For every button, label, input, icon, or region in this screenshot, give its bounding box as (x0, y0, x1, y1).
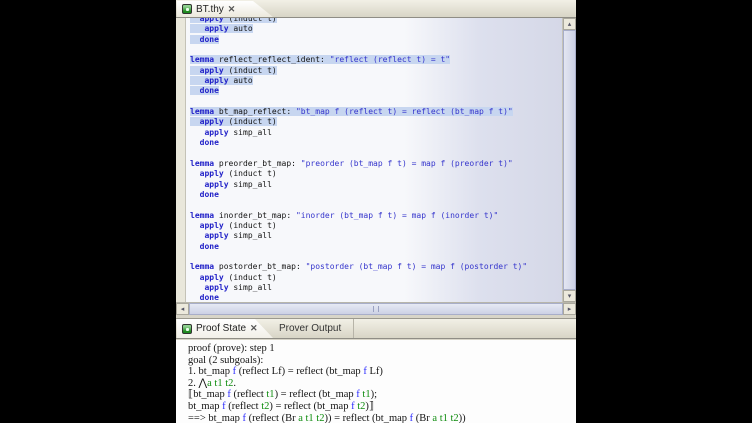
code-line[interactable]: done (190, 242, 562, 252)
code-line[interactable] (190, 97, 562, 107)
tab-proof-state[interactable]: Proof State ✕ (177, 319, 273, 338)
proof-state-icon (182, 324, 192, 334)
code-line[interactable]: apply (induct t) (190, 221, 562, 231)
code-line[interactable]: done (190, 86, 562, 96)
isabelle-theory-icon (182, 4, 192, 14)
code-line[interactable]: done (190, 190, 562, 200)
code-line[interactable]: apply (induct t) (190, 117, 562, 127)
code-line[interactable]: apply simp_all (190, 180, 562, 190)
screen: BT.thy ✕ apply (induct t) apply auto don… (0, 0, 752, 423)
prover-output-tab-label: Prover Output (279, 323, 341, 334)
code-line[interactable] (190, 252, 562, 262)
tab-prover-output[interactable]: Prover Output (273, 319, 354, 338)
theory-editor: apply (induct t) apply auto done lemma re… (176, 18, 576, 302)
editor-tab-title: BT.thy (196, 4, 224, 15)
vertical-scrollbar[interactable]: ▴ ▾ (562, 18, 576, 302)
scroll-down-icon[interactable]: ▾ (563, 290, 576, 302)
output-line: ⟦bt_map f (reflect t1) = reflect (bt_map… (188, 389, 576, 401)
code-line[interactable] (190, 200, 562, 210)
code-line[interactable]: done (190, 35, 562, 45)
output-line: 1. bt_map f (reflect Lf) = reflect (bt_m… (188, 366, 576, 378)
code-line[interactable] (190, 148, 562, 158)
output-line: ==> bt_map f (reflect (Br a t1 t2)) = re… (188, 413, 576, 423)
code-line[interactable]: apply simp_all (190, 283, 562, 293)
proof-state-panel[interactable]: proof (prove): step 1goal (2 subgoals):1… (176, 340, 576, 423)
output-line: goal (2 subgoals): (188, 355, 576, 367)
code-line[interactable]: done (190, 293, 562, 302)
code-line[interactable]: lemma bt_map_reflect: "bt_map f (reflect… (190, 107, 562, 117)
close-icon[interactable]: ✕ (250, 324, 258, 333)
code-line[interactable]: done (190, 138, 562, 148)
scroll-right-icon[interactable]: ▸ (563, 303, 576, 315)
code-line[interactable]: lemma postorder_bt_map: "postorder (bt_m… (190, 262, 562, 272)
output-line: 2. ⋀a t1 t2. (188, 378, 576, 390)
editor-tabstrip: BT.thy ✕ (176, 0, 576, 18)
code-area[interactable]: apply (induct t) apply auto done lemma re… (186, 18, 562, 302)
code-line[interactable]: lemma inorder_bt_map: "inorder (bt_map f… (190, 211, 562, 221)
annotation-ruler (176, 18, 186, 302)
bottom-tabstrip: Proof State ✕ Prover Output (176, 318, 576, 339)
code-line[interactable]: apply auto (190, 24, 562, 34)
close-icon[interactable]: ✕ (228, 5, 236, 14)
horizontal-scrollbar-thumb[interactable] (189, 303, 563, 315)
output-line: bt_map f (reflect t2) = reflect (bt_map … (188, 401, 576, 413)
code-line[interactable]: apply simp_all (190, 128, 562, 138)
code-line[interactable]: apply simp_all (190, 231, 562, 241)
vertical-scrollbar-thumb[interactable] (563, 30, 576, 290)
isabelle-eclipse-window: BT.thy ✕ apply (induct t) apply auto don… (176, 0, 576, 423)
code-line[interactable]: apply (induct t) (190, 169, 562, 179)
code-line[interactable]: apply auto (190, 76, 562, 86)
output-lines: proof (prove): step 1goal (2 subgoals):1… (188, 343, 576, 423)
tab-bt-thy[interactable]: BT.thy ✕ (177, 1, 273, 17)
code-line[interactable]: lemma reflect_reflect_ident: "reflect (r… (190, 55, 562, 65)
horizontal-scrollbar[interactable]: ◂ ▸ (176, 302, 576, 315)
scrollbar-gripper (373, 306, 379, 312)
code-line[interactable]: apply (induct t) (190, 273, 562, 283)
code-line[interactable]: apply (induct t) (190, 66, 562, 76)
proof-state-tab-label: Proof State (196, 323, 246, 334)
code-line[interactable] (190, 45, 562, 55)
code-line[interactable]: lemma preorder_bt_map: "preorder (bt_map… (190, 159, 562, 169)
code-lines: apply (induct t) apply auto done lemma re… (190, 18, 562, 302)
output-line: proof (prove): step 1 (188, 343, 576, 355)
scroll-up-icon[interactable]: ▴ (563, 18, 576, 30)
scroll-left-icon[interactable]: ◂ (176, 303, 189, 315)
